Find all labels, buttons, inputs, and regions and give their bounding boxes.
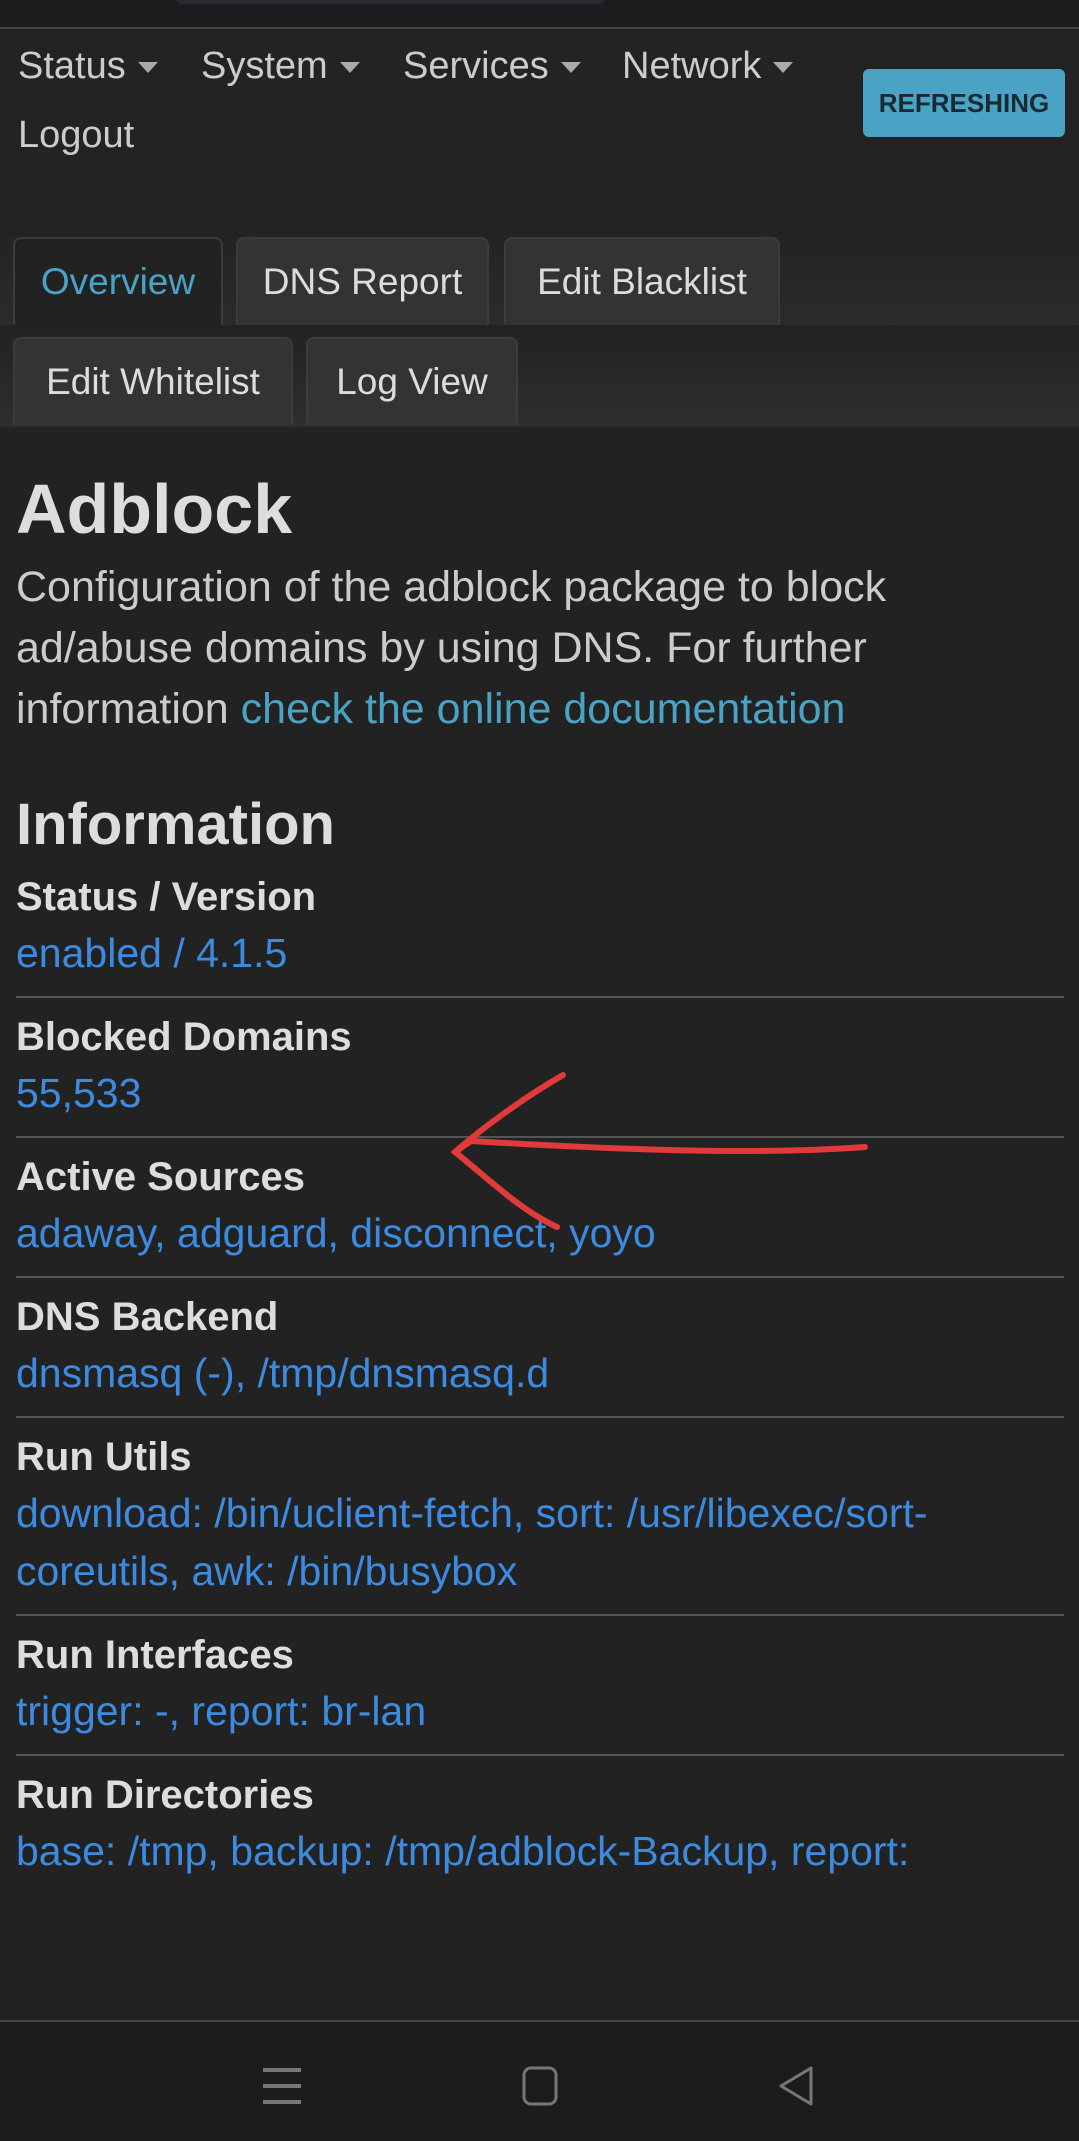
system-nav-bar — [0, 2020, 1079, 2141]
recents-icon[interactable] — [263, 2066, 301, 2106]
nav-services[interactable]: Services — [403, 45, 581, 88]
tab-overview[interactable]: Overview — [13, 237, 223, 325]
nav-status[interactable]: Status — [18, 45, 158, 88]
info-row: Status / Version enabled / 4.1.5 — [16, 858, 1064, 998]
back-icon[interactable] — [777, 2066, 817, 2106]
documentation-link[interactable]: check the online documentation — [241, 685, 846, 733]
caret-down-icon — [560, 62, 581, 74]
nav-system[interactable]: System — [201, 45, 360, 88]
tab-row-1: Overview DNS Report Edit Blacklist — [0, 231, 1079, 325]
info-row: Run Interfaces trigger: -, report: br-lan — [16, 1616, 1064, 1756]
home-icon[interactable] — [522, 2066, 558, 2106]
info-row: Active Sources adaway, adguard, disconnec… — [16, 1138, 1064, 1278]
info-row: Run Directories base: /tmp, backup: /tmp/… — [16, 1756, 1064, 1894]
tab-edit-whitelist[interactable]: Edit Whitelist — [13, 337, 293, 425]
nav-network[interactable]: Network — [622, 45, 794, 88]
info-label: Blocked Domains — [16, 1015, 352, 1059]
info-value: dnsmasq (-), /tmp/dnsmasq.d — [16, 1350, 550, 1396]
info-value: enabled / 4.1.5 — [16, 930, 288, 976]
info-value: base: /tmp, backup: /tmp/adblock-Backup,… — [16, 1828, 910, 1874]
caret-down-icon — [339, 62, 360, 74]
info-label: Run Directories — [16, 1773, 314, 1817]
caret-down-icon — [137, 62, 158, 74]
page-description: Configuration of the adblock package to … — [16, 563, 887, 733]
info-row: Run Utils download: /bin/uclient-fetch, s… — [16, 1418, 1064, 1616]
info-value: download: /bin/uclient-fetch, sort: /usr… — [16, 1490, 928, 1594]
info-label: Status / Version — [16, 875, 317, 919]
info-row: DNS Backend dnsmasq (-), /tmp/dnsmasq.d — [16, 1278, 1064, 1418]
info-value: 55,533 — [16, 1070, 142, 1116]
nav-logout[interactable]: Logout — [18, 114, 134, 157]
info-value: adaway, adguard, disconnect, yoyo — [16, 1210, 656, 1256]
info-row: Blocked Domains 55,533 — [16, 998, 1064, 1138]
info-label: Run Utils — [16, 1435, 192, 1479]
tab-log-view[interactable]: Log View — [306, 337, 518, 425]
info-label: DNS Backend — [16, 1295, 279, 1339]
refreshing-button[interactable]: REFRESHING — [863, 69, 1065, 137]
status-bar — [0, 0, 1079, 29]
info-label: Run Interfaces — [16, 1633, 294, 1677]
section-title: Information — [16, 792, 335, 857]
info-list: Status / Version enabled / 4.1.5 Blocked D… — [16, 858, 1064, 1894]
page-title: Adblock — [16, 470, 293, 548]
caret-down-icon — [773, 62, 794, 74]
info-value: trigger: -, report: br-lan — [16, 1688, 427, 1734]
tab-edit-blacklist[interactable]: Edit Blacklist — [504, 237, 780, 325]
tab-row-2: Edit Whitelist Log View — [0, 325, 1079, 427]
main-content: Adblock Configuration of the adblock pac… — [16, 427, 1064, 1894]
tab-dns-report[interactable]: DNS Report — [236, 237, 489, 325]
info-label: Active Sources — [16, 1155, 306, 1199]
